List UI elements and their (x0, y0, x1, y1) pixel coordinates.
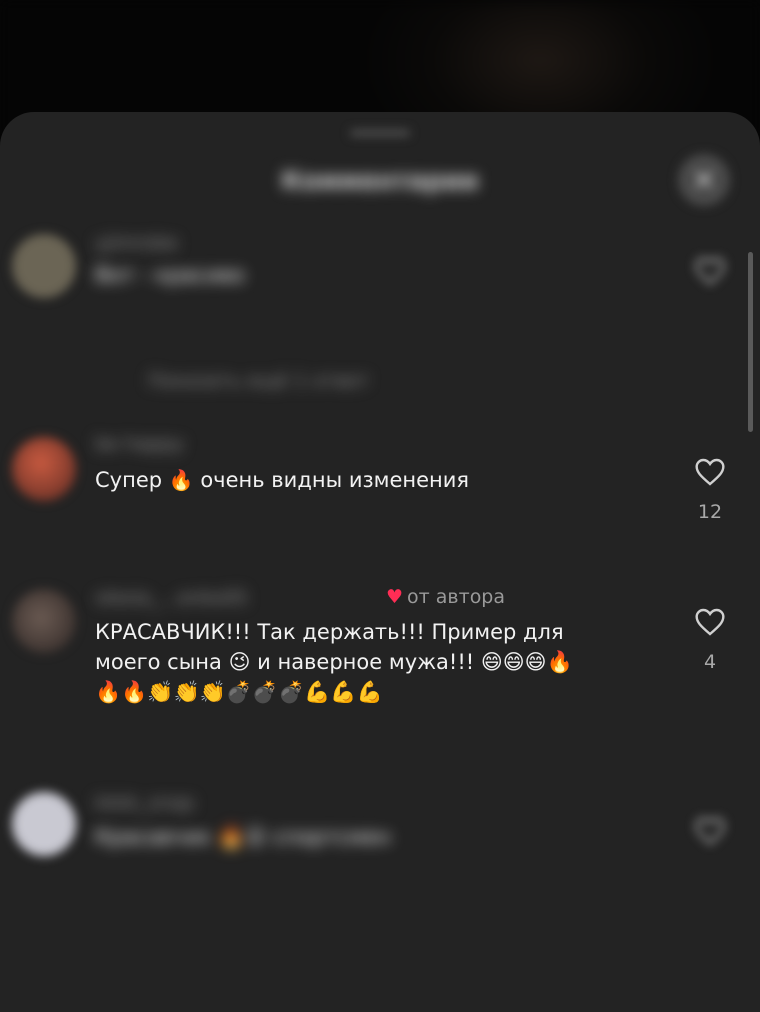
show-replies-link[interactable]: Показать ещё 1 ответ (148, 370, 369, 392)
heart-filled-icon: ♥ (386, 586, 404, 608)
avatar[interactable] (12, 792, 76, 856)
comment-username[interactable]: kkkk_snap (95, 792, 194, 814)
close-button[interactable]: × (678, 154, 730, 206)
comment-username[interactable]: olesia_...enko05 (95, 587, 248, 609)
comment-text: Вот - красиво (95, 263, 245, 287)
comment-text: КРАСАВЧИК!!! Так держать!!! Пример для м… (95, 617, 665, 707)
sheet-drag-handle[interactable] (350, 130, 410, 136)
comment-text-part: Супер (95, 468, 169, 492)
avatar[interactable] (12, 234, 76, 298)
like-count: 12 (697, 501, 723, 523)
heart-outline-icon[interactable] (694, 457, 726, 487)
fire-emoji: 🔥 (168, 468, 194, 492)
heart-outline-icon[interactable] (694, 607, 726, 637)
scrollbar[interactable] (748, 252, 753, 432)
heart-outline-icon[interactable] (694, 256, 726, 286)
sheet-title: Комментарии (281, 166, 479, 195)
comment-text-line: моего сына 😉 и наверное мужа!!! 😄😄😄🔥 (95, 650, 573, 674)
comment-username[interactable]: yjimrobe (95, 232, 178, 254)
comment-text-line: КРАСАВЧИК!!! Так держать!!! Пример для (95, 620, 564, 644)
comment-text-line: 🔥🔥👏👏👏💣💣💣💪💪💪 (95, 680, 383, 704)
comments-sheet: Комментарии × yjimrobe Вот - красиво Пок… (0, 112, 760, 1012)
author-liked-badge: ♥ от автора (386, 586, 505, 608)
author-label: от автора (407, 586, 506, 608)
comment-text: Супер 🔥 очень видны изменения (95, 465, 665, 495)
close-icon: × (691, 162, 717, 197)
comment-text-part: очень видны изменения (193, 468, 470, 492)
like-count: 4 (703, 651, 717, 673)
avatar[interactable] (12, 589, 76, 653)
heart-outline-icon[interactable] (694, 816, 726, 846)
comment-text: Красавчик 🔥😮 спортсмен (95, 825, 391, 849)
comment-username[interactable]: be happy (95, 433, 184, 455)
avatar[interactable] (12, 437, 76, 501)
